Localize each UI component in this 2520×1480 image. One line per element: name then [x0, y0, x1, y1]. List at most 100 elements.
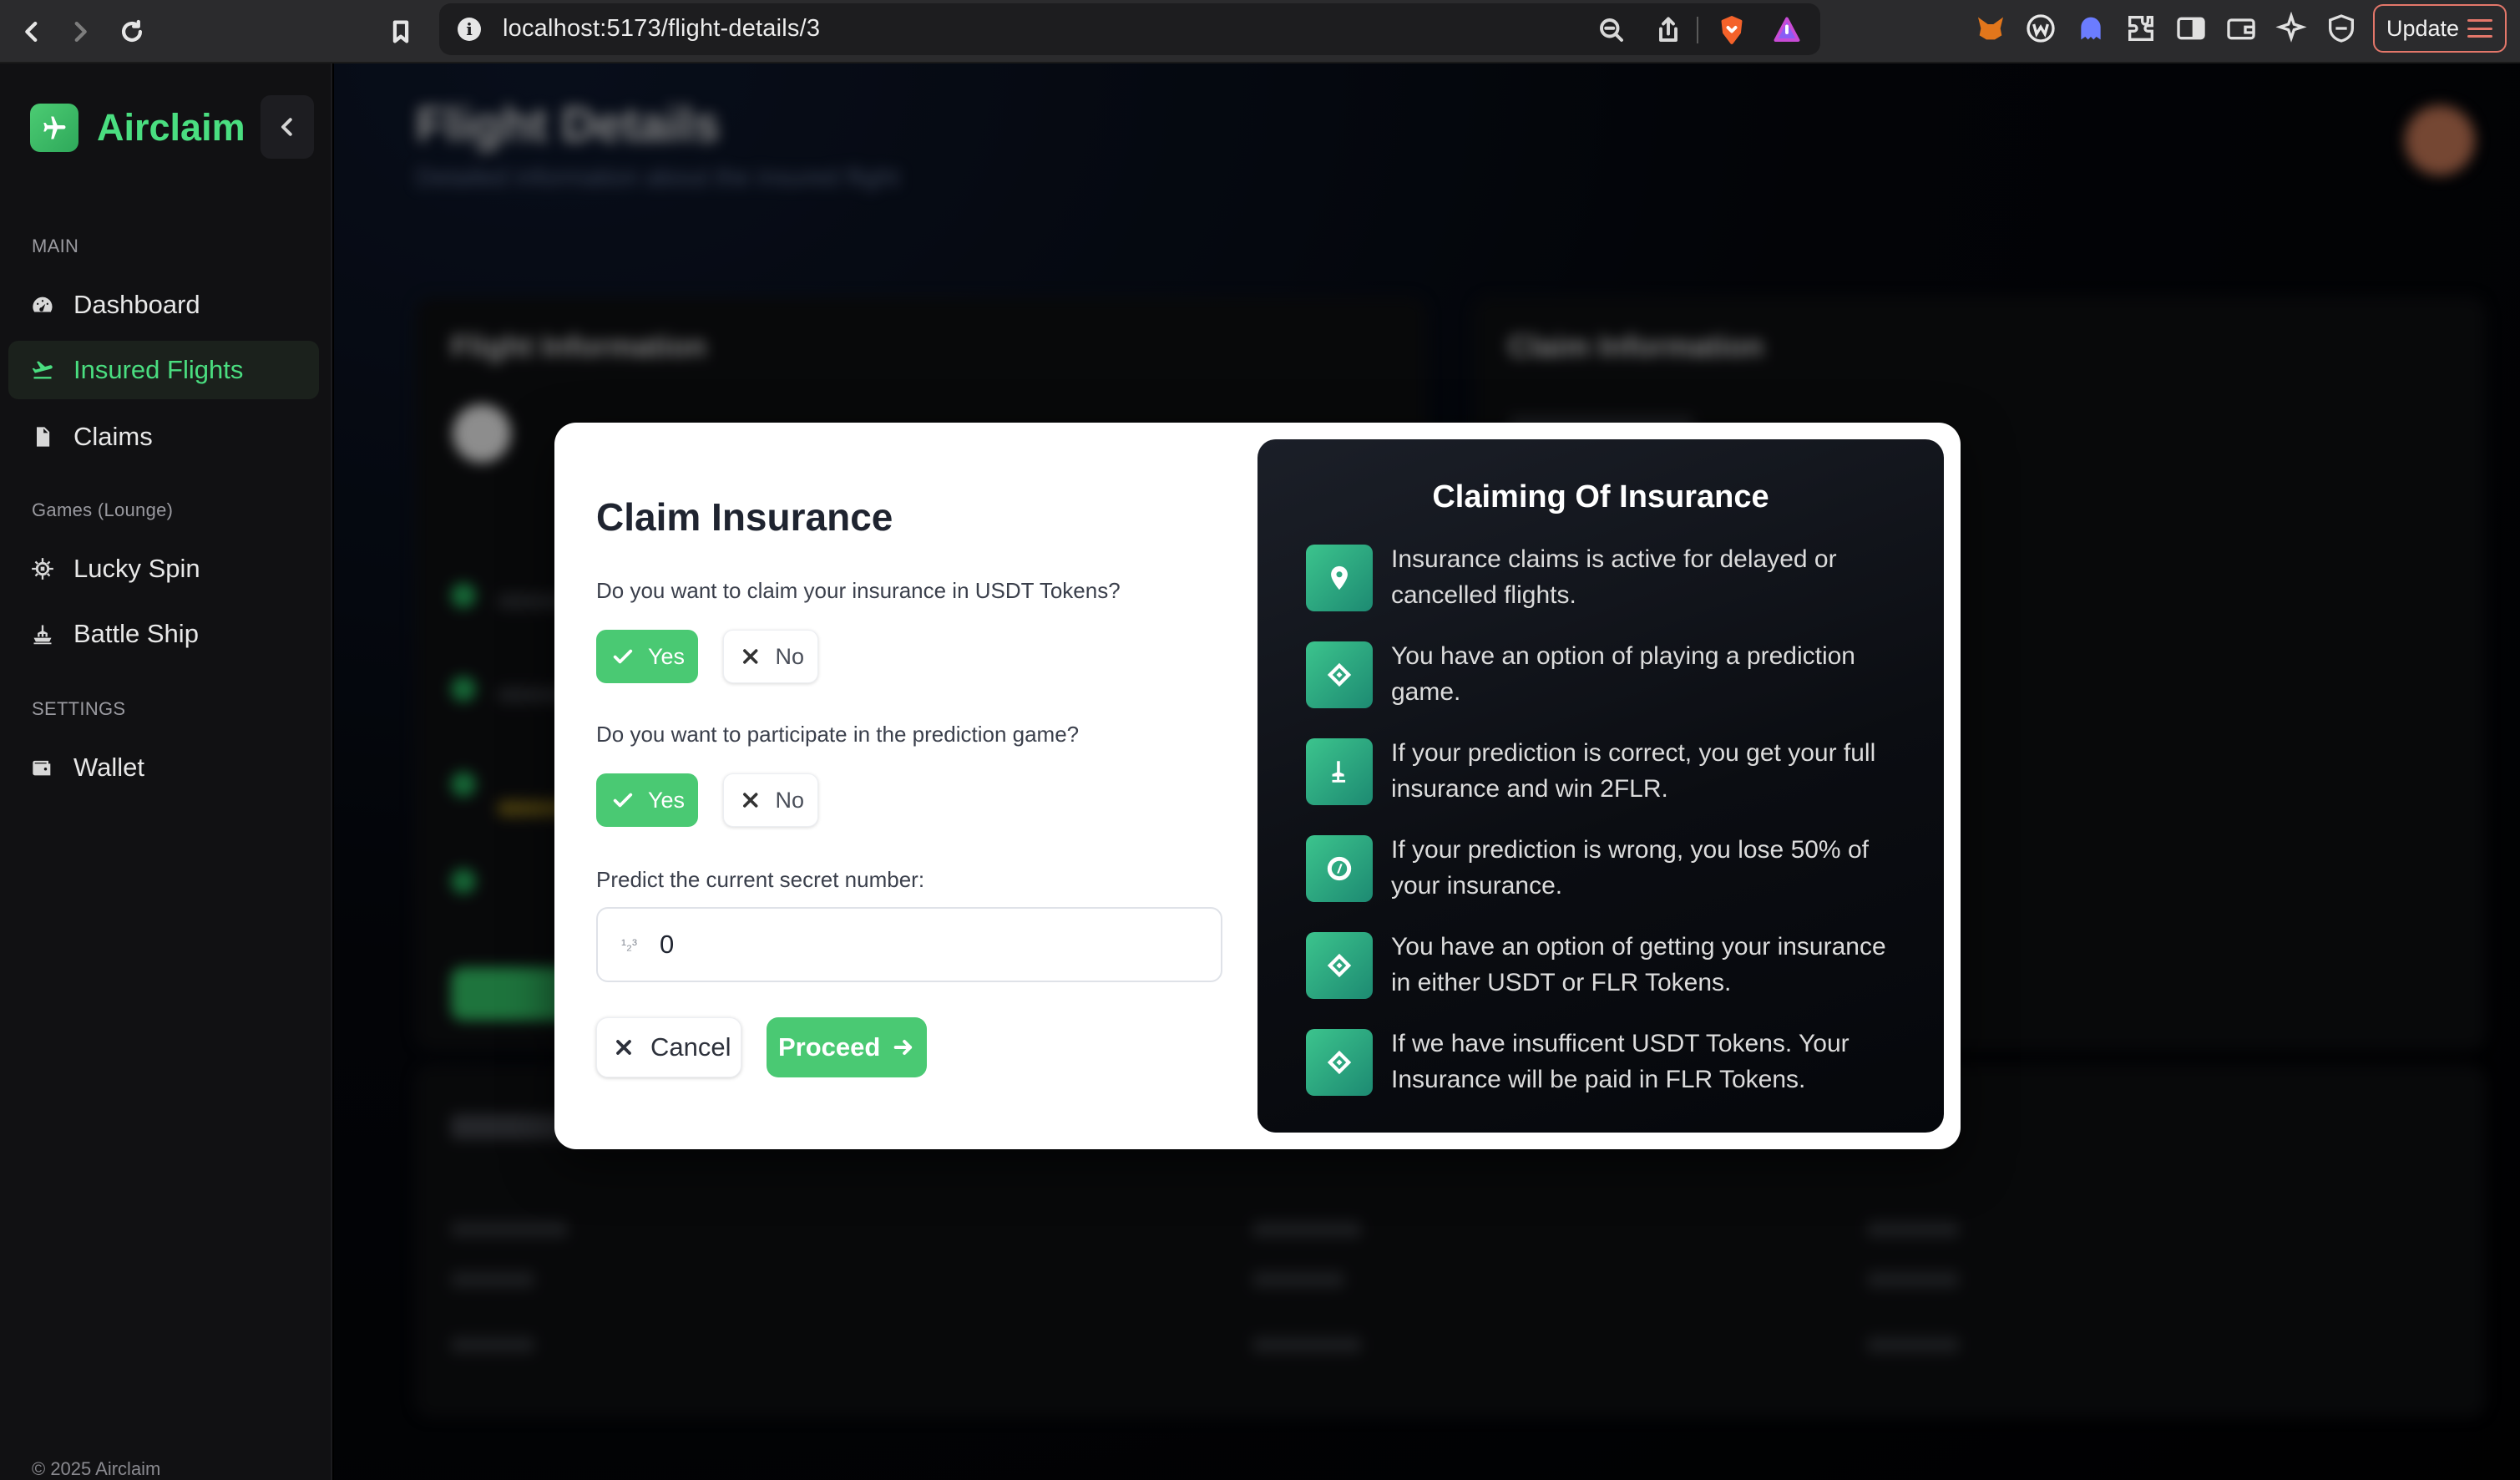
number-list-icon: ¹₂³ — [621, 936, 637, 953]
no-label: No — [775, 643, 804, 669]
browser-wallet-icon — [2227, 18, 2255, 40]
airplane-icon — [43, 116, 66, 139]
arrow-right-icon — [894, 1040, 913, 1055]
prediction-question: Do you want to participate in the predic… — [596, 722, 1080, 747]
chevron-left-icon — [25, 21, 38, 43]
sidebar-item-claims[interactable]: Claims — [8, 408, 319, 466]
sidebar-item-label: Insured Flights — [73, 355, 244, 384]
gauge-icon — [30, 292, 55, 317]
diamond-icon — [1306, 641, 1373, 708]
info-item: If we have insufficent USDT Tokens. Your… — [1306, 1029, 1907, 1097]
wallet-icon — [30, 755, 55, 780]
info-item: If your prediction is correct, you get y… — [1306, 738, 1907, 807]
yes-label: Yes — [647, 787, 685, 813]
address-bar[interactable]: i localhost:5173/flight-details/3 — [439, 3, 1820, 55]
section-label-main: MAIN — [32, 236, 79, 256]
section-label-games: Games (Lounge) — [32, 499, 174, 520]
copyright-footer: © 2025 Airclaim — [32, 1458, 161, 1479]
chevron-left-icon — [281, 118, 292, 136]
vpn-button[interactable] — [2325, 12, 2358, 45]
brand-name: Airclaim — [97, 106, 245, 149]
forward-button[interactable] — [62, 13, 99, 50]
share-icon — [1659, 17, 1677, 42]
sidebar-item-wallet[interactable]: Wallet — [8, 738, 319, 797]
plane-departure-icon — [30, 357, 55, 383]
reload-button[interactable] — [114, 13, 150, 50]
info-panel-title: Claiming Of Insurance — [1432, 479, 1769, 514]
brave-rewards-button[interactable] — [1772, 15, 1802, 45]
rewards-triangle-icon — [1774, 17, 1800, 42]
ship-icon — [30, 621, 55, 646]
zoom-out-icon — [1600, 18, 1623, 42]
sidebar-panel-icon — [2177, 17, 2205, 40]
update-button[interactable]: Update — [2373, 4, 2507, 53]
collapse-sidebar-button[interactable] — [261, 95, 314, 159]
reload-icon — [121, 19, 143, 43]
sidebar-item-label: Dashboard — [73, 290, 200, 319]
predict-number-label: Predict the current secret number: — [596, 867, 925, 892]
no-label: No — [775, 787, 804, 813]
check-icon — [613, 649, 633, 664]
share-button[interactable] — [1653, 15, 1683, 45]
claim-form: Claim Insurance Do you want to claim you… — [596, 423, 1222, 1149]
sidebar-toggle-button[interactable] — [2174, 12, 2208, 45]
trophy-icon — [1306, 738, 1373, 805]
chevron-right-icon — [74, 21, 87, 43]
brave-shields-button[interactable] — [1717, 15, 1747, 45]
prediction-yes-button[interactable]: Yes — [596, 773, 698, 827]
wallet-extension-w[interactable] — [2024, 12, 2057, 45]
sidebar-item-lucky-spin[interactable]: Lucky Spin — [8, 540, 319, 598]
info-text: Insurance claims is active for delayed o… — [1391, 545, 1837, 609]
section-label-settings: SETTINGS — [32, 698, 126, 719]
modal-actions: Cancel Proceed — [596, 1017, 927, 1077]
site-info-icon[interactable]: i — [458, 18, 481, 41]
secret-number-field[interactable]: ¹₂³ — [596, 907, 1222, 982]
info-item: You have an option of getting your insur… — [1306, 932, 1907, 1001]
brand[interactable]: Airclaim — [30, 104, 245, 152]
check-icon — [613, 793, 633, 808]
close-icon — [743, 793, 758, 808]
sidebar-item-battle-ship[interactable]: Battle Ship — [8, 605, 319, 663]
bookmark-button[interactable] — [382, 13, 419, 50]
proceed-button[interactable]: Proceed — [767, 1017, 927, 1077]
info-text: If your prediction is correct, you get y… — [1391, 739, 1876, 803]
prediction-no-button[interactable]: No — [723, 773, 818, 827]
metamask-extension[interactable] — [1974, 12, 2007, 45]
fox-icon — [1978, 17, 2003, 40]
shield-icon — [2329, 14, 2354, 43]
sidebar: Airclaim MAIN Dashboard Insured Flights … — [0, 63, 332, 1480]
info-item: If your prediction is wrong, you lose 50… — [1306, 835, 1907, 904]
prediction-choice-group: Yes No — [596, 773, 843, 827]
sidebar-item-dashboard[interactable]: Dashboard — [8, 276, 319, 334]
bookmark-icon — [392, 20, 409, 43]
usdt-no-button[interactable]: No — [723, 630, 818, 683]
usdt-yes-button[interactable]: Yes — [596, 630, 698, 683]
secret-number-input[interactable] — [660, 930, 1161, 960]
info-text: If your prediction is wrong, you lose 50… — [1391, 836, 1869, 900]
cancel-label: Cancel — [650, 1032, 731, 1062]
ghost-extension[interactable] — [2074, 12, 2108, 45]
airclaim-logo — [30, 104, 78, 152]
cancel-button[interactable]: Cancel — [596, 1017, 741, 1077]
spin-wheel-icon — [30, 556, 55, 581]
puzzle-icon — [2128, 16, 2153, 41]
zoom-button[interactable] — [1597, 15, 1627, 45]
update-label: Update — [2386, 15, 2460, 41]
file-icon — [30, 424, 55, 449]
leo-ai-button[interactable] — [2275, 11, 2308, 45]
ghost-icon — [2081, 17, 2101, 40]
yes-label: Yes — [647, 643, 685, 669]
toolbar-divider — [1697, 17, 1698, 43]
diamond-icon — [1306, 1029, 1373, 1096]
back-button[interactable] — [13, 13, 50, 50]
modal-title: Claim Insurance — [596, 495, 893, 539]
extensions-button[interactable] — [2124, 12, 2158, 45]
sidebar-item-insured-flights[interactable]: Insured Flights — [8, 341, 319, 399]
claiming-info-panel: Claiming Of Insurance Insurance claims i… — [1257, 439, 1944, 1133]
wallet-button[interactable] — [2224, 12, 2258, 45]
sidebar-item-label: Wallet — [73, 753, 144, 782]
brave-lion-icon — [1721, 16, 1743, 44]
diamond-icon — [1306, 932, 1373, 999]
close-icon — [743, 649, 758, 664]
browser-toolbar: i localhost:5173/flight-details/3 Update — [0, 0, 2520, 63]
